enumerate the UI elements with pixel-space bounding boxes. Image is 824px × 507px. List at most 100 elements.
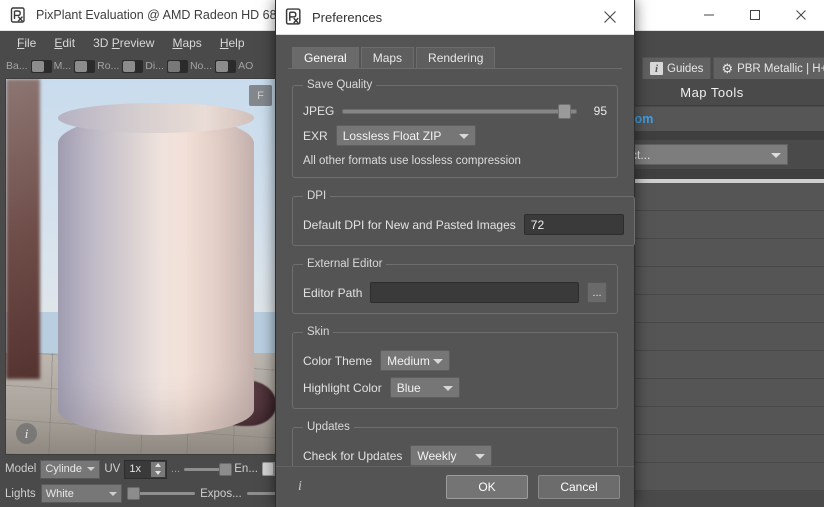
browse-editor-button[interactable]: ... [587, 282, 607, 303]
menu-maps[interactable]: Maps [163, 34, 210, 52]
3d-viewport[interactable]: i F [5, 78, 281, 455]
jpeg-label: JPEG [303, 104, 335, 118]
color-theme-select[interactable]: Medium [380, 350, 451, 371]
chevron-down-icon [433, 358, 444, 364]
map-toggle-normal[interactable]: No... [189, 59, 237, 73]
menu-help[interactable]: Help [211, 34, 254, 52]
window-title: PixPlant Evaluation @ AMD Radeon HD 6800… [36, 8, 303, 22]
tab-maps[interactable]: Maps [360, 47, 415, 68]
tab-general[interactable]: General [292, 47, 359, 68]
lights-select[interactable]: White [40, 484, 123, 503]
dpi-group: DPI Default DPI for New and Pasted Image… [292, 190, 635, 246]
gear-icon: ⚙ [721, 60, 734, 76]
toggle-switch-icon[interactable] [122, 59, 144, 73]
chevron-down-icon [87, 467, 96, 471]
skin-legend: Skin [307, 326, 330, 338]
chevron-down-icon [475, 453, 486, 459]
highlight-color-select[interactable]: Blue [389, 377, 460, 398]
save-quality-note: All other formats use lossless compressi… [303, 155, 521, 167]
exr-format-value: Lossless Float ZIP [342, 128, 442, 143]
slider-thumb[interactable] [558, 103, 572, 119]
stepper-arrows-icon[interactable] [150, 461, 165, 477]
dialog-titlebar: Preferences [276, 0, 634, 35]
uv-stepper[interactable]: 1x [124, 459, 167, 479]
toggle-switch-icon[interactable] [166, 59, 188, 73]
exr-format-select[interactable]: Lossless Float ZIP [335, 125, 476, 146]
info-icon[interactable]: i [290, 477, 310, 497]
external-editor-legend: External Editor [307, 258, 383, 270]
uv-value: 1x [129, 463, 141, 475]
default-dpi-row: Default DPI for New and Pasted Images 72 [303, 214, 624, 235]
minimize-button[interactable] [686, 0, 732, 31]
map-toggle-displacement[interactable]: Di... [145, 59, 188, 73]
map-toggle-label: M... [53, 60, 72, 72]
application-window: PixPlant Evaluation @ AMD Radeon HD 6800… [0, 0, 824, 507]
viewport-fit-button[interactable]: F [249, 85, 272, 106]
general-tab-page: Save Quality JPEG 95 EXR Lossless Float … [288, 68, 635, 477]
map-toggle-label: Di... [145, 60, 164, 72]
map-toggle-label: No... [189, 60, 213, 72]
dialog-footer: i OK Cancel [276, 466, 634, 507]
dialog-body: General Maps Rendering Save Quality JPEG… [276, 35, 635, 477]
skin-group: Skin Color Theme Medium Highlight Color … [292, 326, 618, 409]
model-slider[interactable] [184, 462, 233, 476]
ok-button[interactable]: OK [446, 475, 528, 499]
map-toggle-label: Ba... [6, 60, 28, 72]
color-theme-value: Medium [387, 353, 430, 368]
dialog-actions: OK Cancel [446, 475, 620, 499]
toggle-switch-icon[interactable] [74, 59, 96, 73]
model-select[interactable]: Cylinde [40, 459, 101, 479]
jpeg-quality-value: 95 [593, 104, 607, 118]
map-toggle-ao[interactable]: AO [238, 60, 253, 72]
slider-thumb[interactable] [127, 487, 141, 500]
menu-file[interactable]: File [8, 34, 45, 52]
toggle-switch-icon[interactable] [30, 59, 52, 73]
default-dpi-label: Default DPI for New and Pasted Images [303, 217, 516, 232]
env-label: En... [234, 463, 258, 475]
lights-label: Lights [5, 487, 36, 500]
cancel-button[interactable]: Cancel [538, 475, 620, 499]
close-icon[interactable] [598, 5, 622, 29]
menu-edit[interactable]: Edit [45, 34, 84, 52]
check-updates-row: Check for Updates Weekly [303, 445, 607, 466]
exr-label: EXR [303, 128, 328, 143]
color-theme-label: Color Theme [303, 353, 373, 368]
menu-3d-preview[interactable]: 3D Preview [84, 34, 163, 52]
exposure-label: Expos... [200, 487, 242, 500]
chevron-down-icon [458, 133, 469, 139]
toggle-switch-icon[interactable] [215, 59, 237, 73]
viewport-model-cylinder-cap [58, 103, 254, 133]
info-icon[interactable]: i [16, 423, 37, 444]
map-toggle-base[interactable]: Ba... [6, 59, 52, 73]
map-toggle-roughness[interactable]: Ro... [97, 59, 144, 73]
tab-guides[interactable]: i Guides [642, 57, 712, 79]
check-updates-value: Weekly [417, 448, 457, 463]
editor-path-input[interactable] [370, 282, 579, 303]
maximize-button[interactable] [732, 0, 778, 31]
updates-legend: Updates [307, 421, 350, 433]
tab-guides-label: Guides [667, 62, 704, 75]
jpeg-quality-slider[interactable] [342, 103, 577, 119]
lights-toolbar: Lights White Expos... [0, 481, 286, 506]
highlight-color-label: Highlight Color [303, 380, 382, 395]
check-updates-select[interactable]: Weekly [410, 445, 493, 466]
dialog-tabs: General Maps Rendering [276, 45, 634, 68]
map-toggle-label: Ro... [97, 60, 120, 72]
save-quality-legend: Save Quality [307, 79, 373, 91]
overflow-dots: ... [170, 463, 181, 475]
pixplant-icon [10, 6, 27, 24]
close-icon[interactable] [778, 0, 824, 31]
lights-intensity-slider[interactable] [127, 487, 196, 501]
highlight-color-value: Blue [396, 380, 421, 395]
pixplant-icon [285, 8, 303, 26]
default-dpi-input[interactable]: 72 [523, 214, 624, 235]
chevron-down-icon [109, 491, 118, 496]
preferences-dialog: Preferences General Maps Rendering Save … [275, 0, 635, 507]
tab-pbr-metallic-label: PBR Metallic | H+V [737, 62, 824, 75]
tab-pbr-metallic[interactable]: ⚙ PBR Metallic | H+V [713, 57, 824, 79]
model-label: Model [5, 463, 37, 475]
map-toggle-metallic[interactable]: M... [53, 59, 96, 73]
slider-thumb[interactable] [219, 462, 233, 476]
uv-label: UV [104, 463, 121, 475]
tab-rendering[interactable]: Rendering [416, 47, 496, 68]
